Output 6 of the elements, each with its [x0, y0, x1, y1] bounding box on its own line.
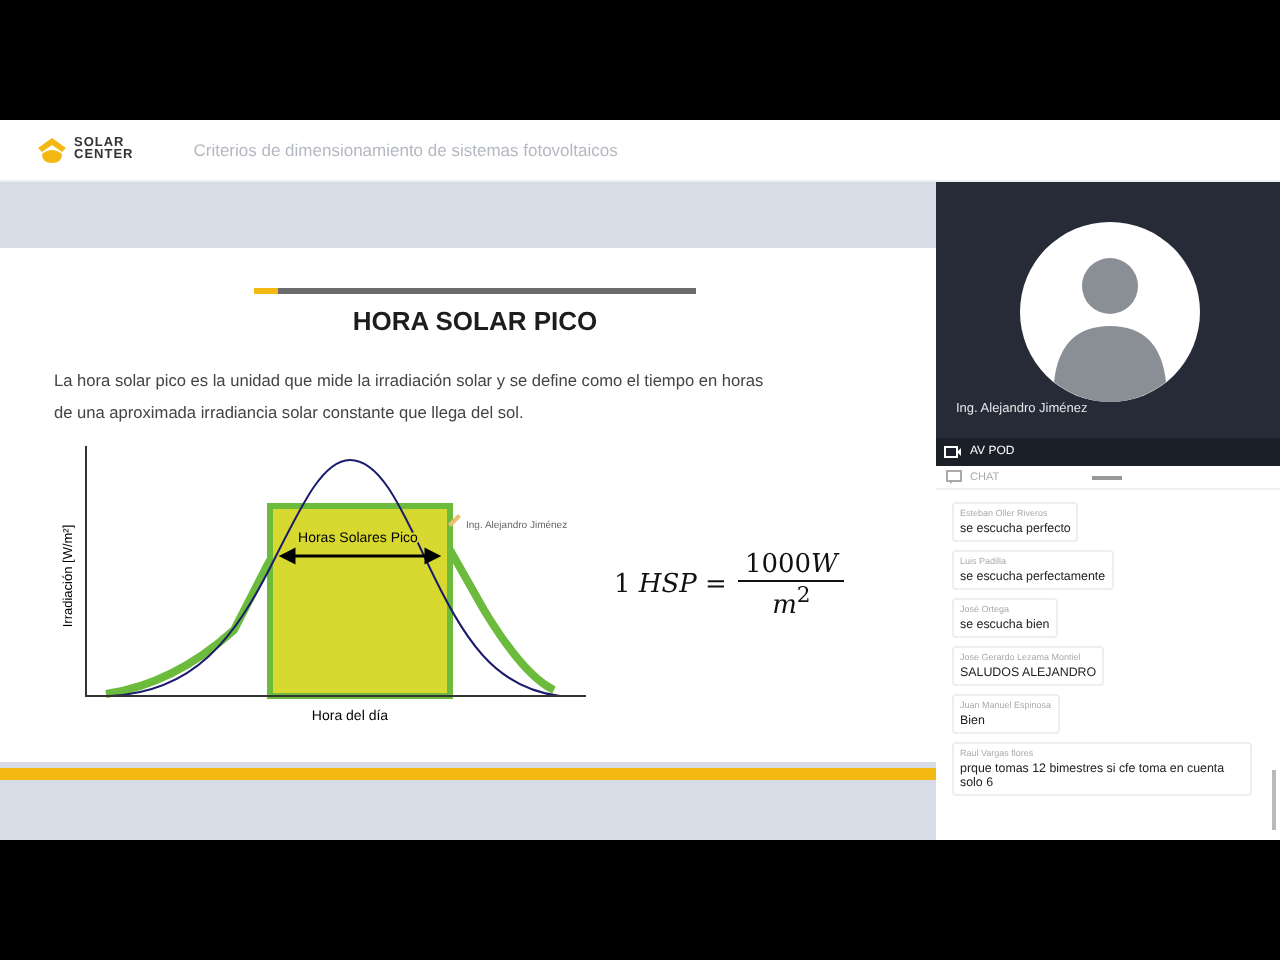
equation-lhs: 1 HSP =	[614, 570, 727, 601]
slide-paragraph: La hora solar pico es la unidad que mide la irradiación solar y se define como el tiempo en horas de una aproximada irradiancia solar constante que llega del sol.	[54, 368, 766, 426]
equation-denominator: m$^{2}$	[770, 582, 813, 622]
equation-numerator: 1000W	[738, 550, 844, 583]
slide-title: HORA SOLAR PICO	[350, 306, 600, 336]
presentation-title: Criterios de dimensionamiento de sistemas fotovoltaicos	[193, 140, 618, 160]
